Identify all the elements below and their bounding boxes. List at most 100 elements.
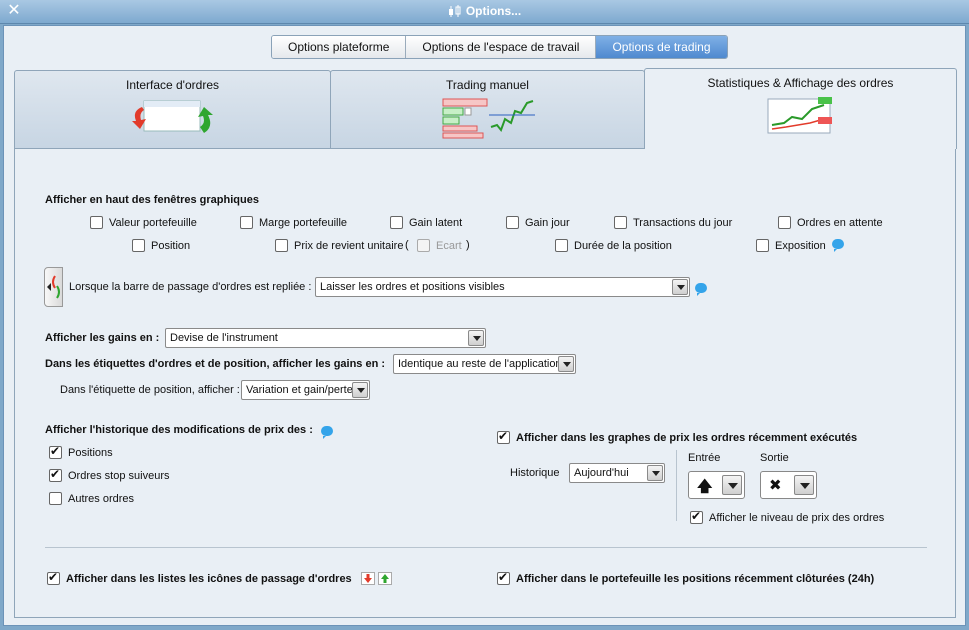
checkbox-box[interactable] (497, 570, 510, 585)
checkbox-closed-positions[interactable]: Afficher dans le portefeuille les positi… (497, 570, 875, 585)
folded-bar-label: Lorsque la barre de passage d'ordres est… (69, 281, 312, 293)
subtab-trading-manuel-label: Trading manuel (446, 78, 529, 92)
order-bar-handle[interactable] (44, 267, 63, 307)
checkbox-label: Exposition (775, 239, 826, 252)
subtab-interface-ordres-label: Interface d'ordres (125, 78, 219, 92)
checkbox-box[interactable] (49, 492, 62, 505)
entry-label: Entrée (688, 452, 721, 464)
checkbox-gain-jour[interactable]: Gain jour (506, 216, 570, 229)
options-window: Options plateforme Options de l'espace d… (3, 25, 966, 626)
subtab-statistiques[interactable]: Statistiques & Affichage des ordres (644, 68, 957, 149)
chevron-down-icon[interactable] (647, 465, 663, 481)
checkbox-label: Position (151, 239, 191, 252)
position-display-label: Dans l'étiquette de position, afficher : (60, 384, 240, 396)
checkbox-box[interactable] (506, 216, 519, 229)
subtab-interface-ordres[interactable]: Interface d'ordres (14, 70, 331, 148)
tab-options-espace-travail[interactable]: Options de l'espace de travail (406, 36, 597, 58)
order-bar-handle-icon (47, 275, 60, 299)
history-info-icon[interactable] (321, 425, 333, 440)
checkbox-position[interactable]: Position (132, 239, 190, 252)
checkbox-list-icons[interactable]: Afficher dans les listes les icônes de p… (47, 570, 352, 585)
tab-options-trading[interactable]: Options de trading (596, 36, 727, 58)
checkbox-executed-orders[interactable]: Afficher dans les graphes de prix les or… (497, 429, 858, 444)
checkbox-box[interactable] (497, 429, 510, 444)
checkbox-box[interactable] (614, 216, 627, 229)
checkbox-box[interactable] (690, 509, 703, 524)
position-display-select[interactable]: Variation et gain/perte (241, 380, 370, 400)
candlestick-icon (448, 5, 461, 17)
executed-history-select-value: Aujourd'hui (574, 467, 629, 479)
checkbox-label: Afficher dans les graphes de prix les or… (516, 431, 858, 444)
checkbox-box[interactable] (417, 239, 430, 252)
checkbox-label: Transactions du jour (633, 216, 733, 229)
exposition-info-icon[interactable] (832, 238, 844, 253)
folded-bar-select[interactable]: Laisser les ordres et positions visibles (315, 277, 690, 297)
statistics-panel: Afficher en haut des fenêtres graphiques… (14, 148, 956, 618)
paren-open: ( (405, 239, 409, 251)
checkbox-exposition[interactable]: Exposition (756, 239, 826, 252)
checkbox-label: Gain latent (409, 216, 463, 229)
checkbox-box[interactable] (49, 467, 62, 482)
checkbox-box[interactable] (47, 570, 60, 585)
checkbox-history-stop-suiveurs[interactable]: Ordres stop suiveurs (49, 467, 169, 482)
checkbox-box[interactable] (756, 239, 769, 252)
exit-marker-select[interactable]: ✖ (760, 471, 817, 499)
checkbox-label: Autres ordres (68, 492, 135, 505)
checkbox-label: Valeur portefeuille (109, 216, 197, 229)
checkbox-label: Durée de la position (574, 239, 672, 252)
checkbox-label: Prix de revient unitaire (294, 239, 404, 252)
top-tabs: Options plateforme Options de l'espace d… (271, 35, 728, 59)
checkbox-label: Ordres en attente (797, 216, 883, 229)
checkbox-box[interactable] (390, 216, 403, 229)
checkbox-gain-latent[interactable]: Gain latent (390, 216, 462, 229)
paren-close: ) (466, 239, 470, 251)
order-interface-icon (131, 100, 213, 133)
checkbox-history-positions[interactable]: Positions (49, 444, 113, 459)
checkbox-duree-position[interactable]: Durée de la position (555, 239, 672, 252)
chevron-down-icon[interactable] (722, 475, 742, 495)
position-display-select-value: Variation et gain/perte (246, 384, 353, 396)
checkbox-box[interactable] (132, 239, 145, 252)
checkbox-label: Afficher le niveau de prix des ordres (709, 511, 885, 524)
checkbox-marge-portefeuille[interactable]: Marge portefeuille (240, 216, 347, 229)
checkbox-box[interactable] (555, 239, 568, 252)
folded-bar-info-icon[interactable] (695, 282, 707, 297)
checkbox-transactions-jour[interactable]: Transactions du jour (614, 216, 732, 229)
gains-label: Afficher les gains en : (45, 332, 160, 344)
chevron-down-icon[interactable] (794, 475, 814, 495)
checkbox-label: Marge portefeuille (259, 216, 348, 229)
checkbox-box[interactable] (240, 216, 253, 229)
history-heading: Afficher l'historique des modifications … (45, 424, 313, 436)
checkbox-valeur-portefeuille[interactable]: Valeur portefeuille (90, 216, 197, 229)
manual-trading-icon (442, 98, 535, 139)
checkbox-box[interactable] (49, 444, 62, 459)
chevron-down-icon[interactable] (352, 382, 368, 398)
checkbox-label: Ecart (436, 239, 462, 252)
chevron-down-icon[interactable] (558, 356, 574, 372)
checkbox-label: Afficher dans les listes les icônes de p… (66, 572, 352, 585)
gains-select[interactable]: Devise de l'instrument (165, 328, 486, 348)
executed-history-label: Historique (510, 467, 560, 479)
window-title-text: Options... (465, 4, 522, 18)
checkbox-history-autres-ordres[interactable]: Autres ordres (49, 492, 134, 505)
chevron-down-icon[interactable] (468, 330, 484, 346)
buy-order-icon (378, 572, 392, 585)
checkbox-label: Gain jour (525, 216, 570, 229)
checkbox-label: Positions (68, 446, 113, 459)
title-bar: ✕ Options... (0, 0, 969, 24)
tab-options-plateforme[interactable]: Options plateforme (272, 36, 407, 58)
checkbox-label: Afficher dans le portefeuille les positi… (516, 572, 875, 585)
checkbox-ecart[interactable]: Ecart (417, 239, 462, 252)
chevron-down-icon[interactable] (672, 279, 688, 295)
subtab-trading-manuel[interactable]: Trading manuel (330, 70, 645, 148)
checkbox-price-level[interactable]: Afficher le niveau de prix des ordres (690, 509, 885, 524)
checkbox-prix-revient[interactable]: Prix de revient unitaire (275, 239, 403, 252)
window-title: Options... (0, 4, 969, 18)
executed-history-select[interactable]: Aujourd'hui (569, 463, 665, 483)
checkbox-box[interactable] (778, 216, 791, 229)
checkbox-box[interactable] (90, 216, 103, 229)
labels-gains-select[interactable]: Identique au reste de l'application (393, 354, 576, 374)
entry-marker-select[interactable]: 🡅 (688, 471, 745, 499)
checkbox-ordres-attente[interactable]: Ordres en attente (778, 216, 883, 229)
checkbox-box[interactable] (275, 239, 288, 252)
